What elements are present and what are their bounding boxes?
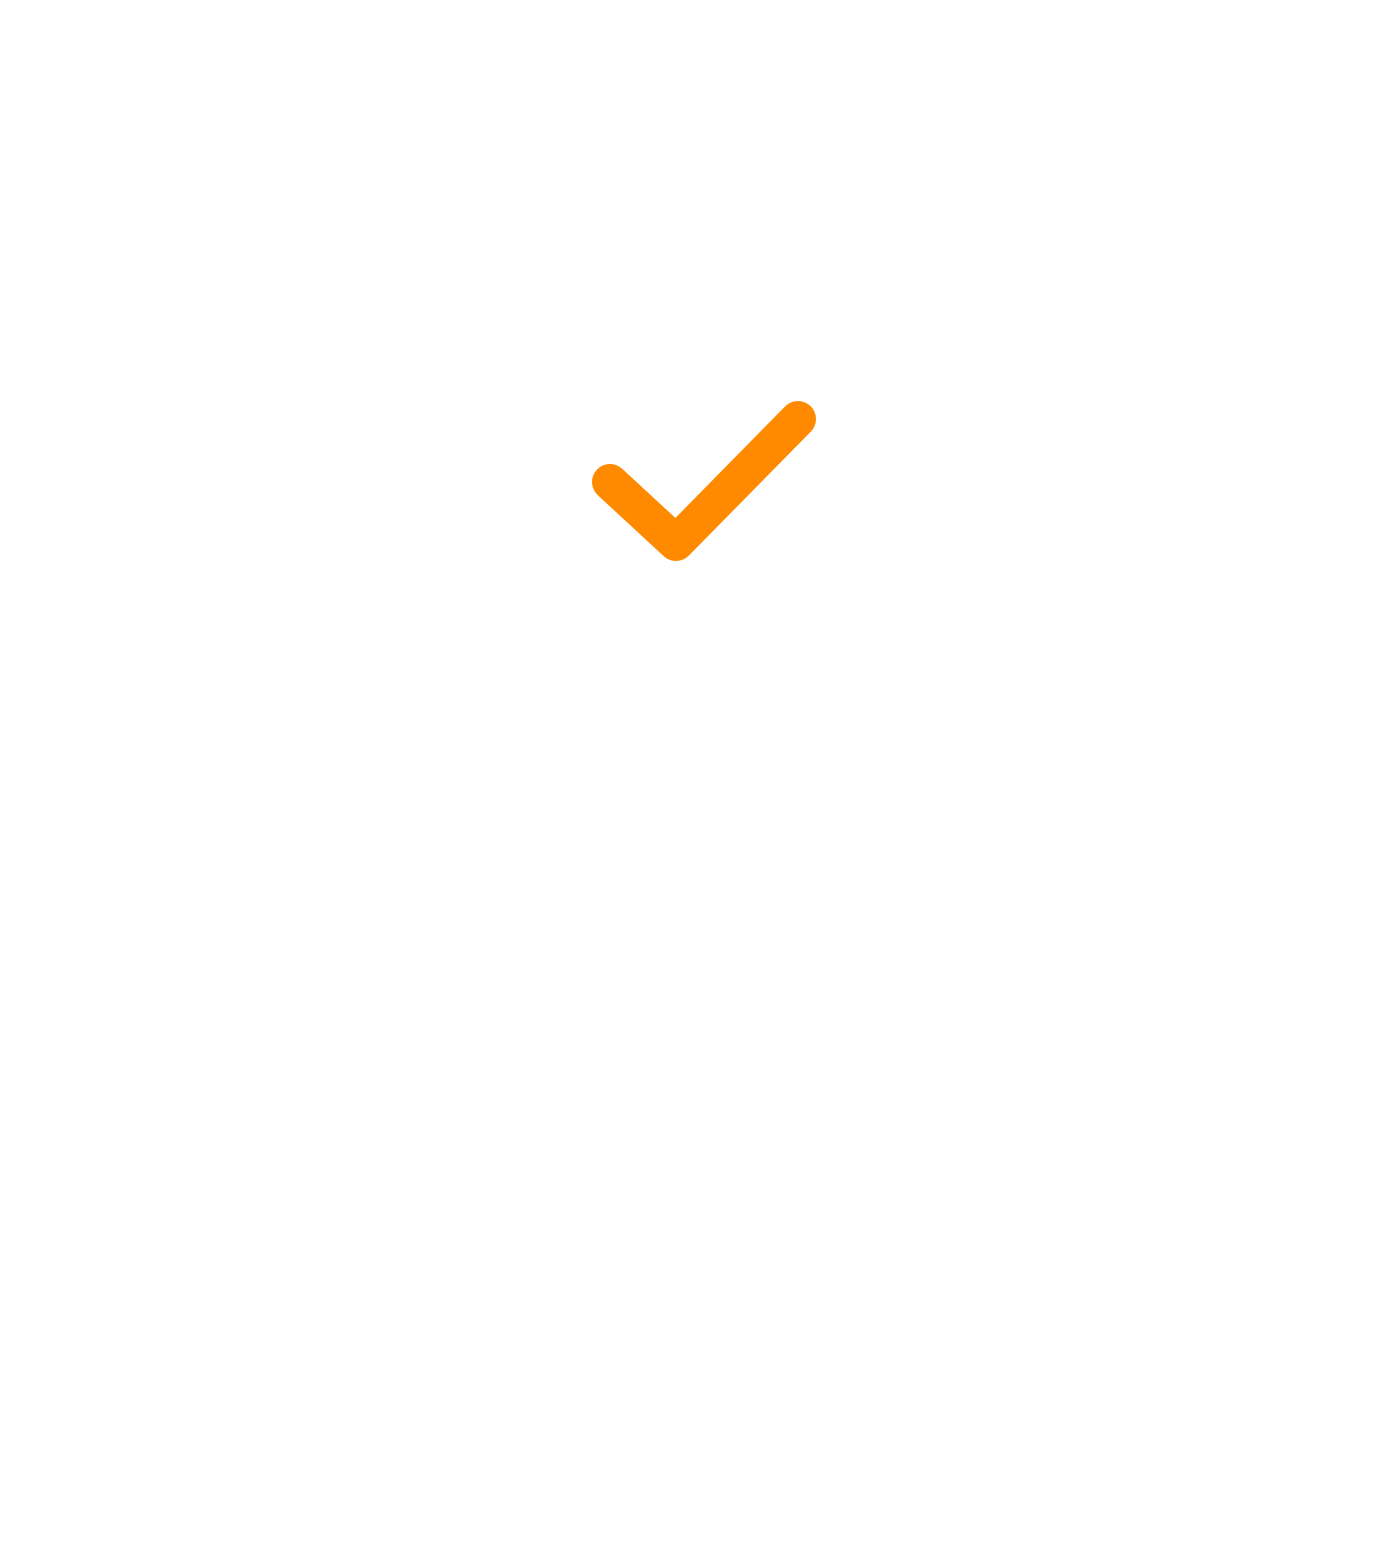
check-icon — [588, 396, 824, 564]
page-canvas — [0, 0, 1376, 1556]
